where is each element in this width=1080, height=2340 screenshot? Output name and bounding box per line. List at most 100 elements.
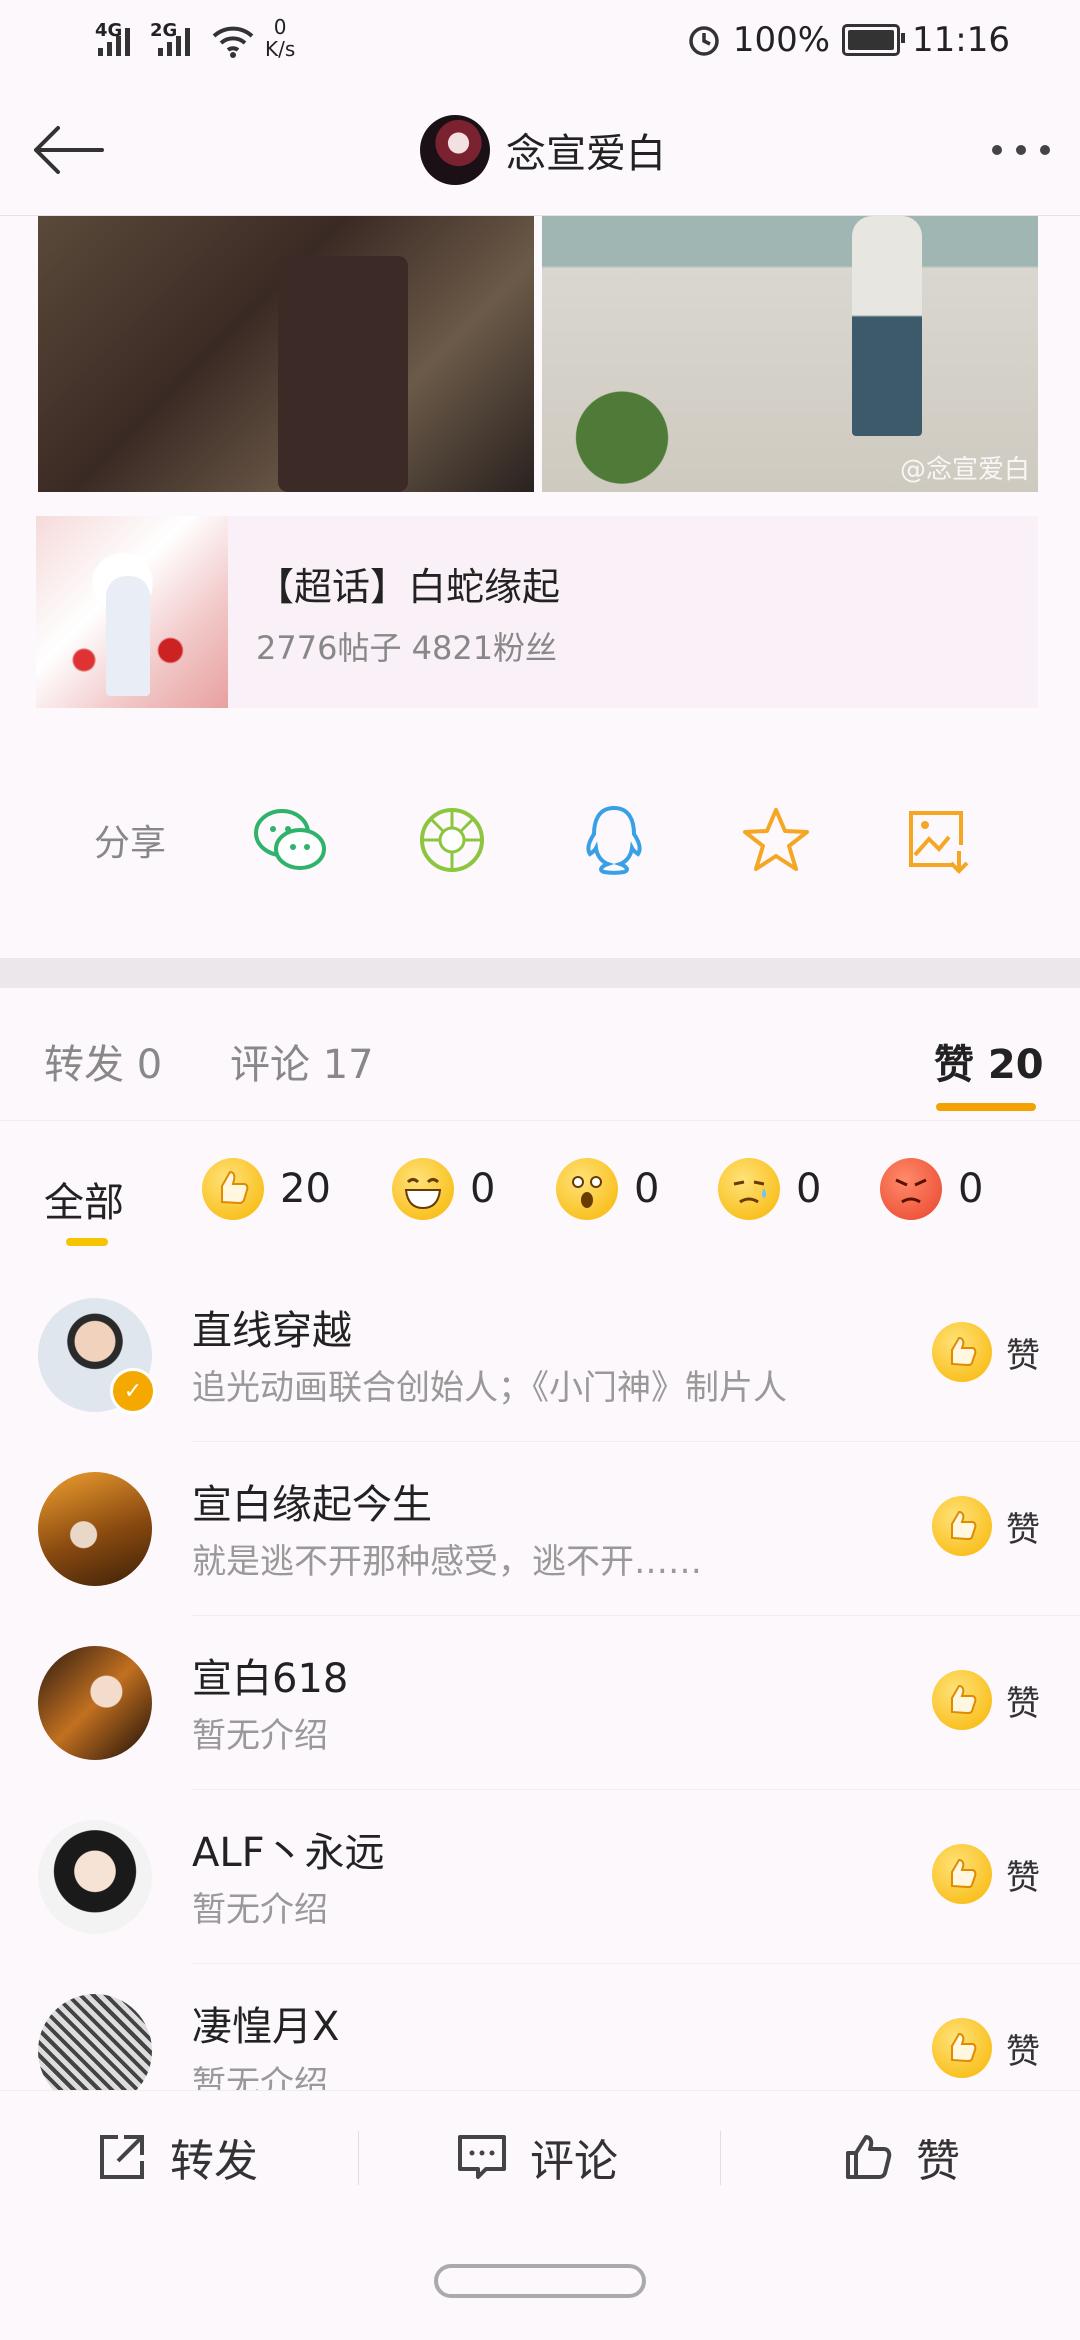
- repost-icon: [100, 2135, 144, 2179]
- like-label: 赞: [1006, 1857, 1040, 1898]
- angry-emoji-icon: [880, 1158, 942, 1220]
- alarm-icon: [689, 26, 719, 56]
- battery-icon: [842, 24, 906, 56]
- reaction-filter-bar: 全部 20 0 0 0 0: [0, 1122, 1080, 1262]
- status-bar: 4G 2G 0 K/s 100% 11:16: [0, 0, 1080, 90]
- profile-title[interactable]: 念宣爱白: [420, 115, 666, 185]
- person-image-detail: [852, 216, 922, 436]
- reaction-filter-sad[interactable]: 0: [718, 1158, 821, 1220]
- like-label: 赞: [1006, 1509, 1040, 1550]
- signal-icon: [98, 24, 130, 56]
- battery-percent: 100%: [732, 20, 831, 60]
- active-tab-indicator: [936, 1103, 1036, 1111]
- net-speed-unit: K/s: [265, 37, 296, 61]
- reaction-count: 0: [796, 1166, 822, 1212]
- reaction-count: 0: [470, 1166, 496, 1212]
- like-indicator: 赞: [932, 1844, 1040, 1904]
- button-separator: [720, 2131, 721, 2185]
- section-divider: [0, 958, 1080, 988]
- avatar[interactable]: [38, 1820, 152, 1934]
- user-name[interactable]: 直线穿越: [192, 1298, 352, 1356]
- user-description: 追光动画联合创始人；《小门神》制片人: [192, 1368, 787, 1408]
- tab-comments[interactable]: 评论 17: [230, 1032, 374, 1090]
- thumbs-up-emoji-icon: [202, 1158, 264, 1220]
- repost-button[interactable]: 转发: [96, 2125, 258, 2189]
- avatar[interactable]: [38, 1472, 152, 1586]
- button-separator: [358, 2131, 359, 2185]
- reaction-count: 0: [634, 1166, 660, 1212]
- topic-cover-image: [36, 516, 228, 708]
- thumbs-up-icon: [932, 1322, 992, 1382]
- home-indicator[interactable]: [434, 2264, 646, 2298]
- top-nav-bar: 念宣爱白: [0, 90, 1080, 216]
- post-image-1[interactable]: [38, 216, 534, 492]
- bottom-action-bar: 转发 评论 赞: [0, 2090, 1080, 2225]
- thumbs-up-icon: [932, 1670, 992, 1730]
- list-item[interactable]: 宣白618 暂无介绍 赞: [0, 1616, 1080, 1790]
- moments-icon[interactable]: [412, 800, 492, 880]
- surprised-emoji-icon: [556, 1158, 618, 1220]
- like-indicator: 赞: [932, 1496, 1040, 1556]
- clock: 11:16: [912, 20, 1010, 60]
- reaction-filter-laugh[interactable]: 0: [392, 1158, 495, 1220]
- like-indicator: 赞: [932, 1670, 1040, 1730]
- user-name[interactable]: ALF丶永远: [192, 1820, 385, 1878]
- likes-list: ✓ 直线穿越 追光动画联合创始人；《小门神》制片人 赞 宣白缘起今生 就是逃不开…: [0, 1268, 1080, 2138]
- reaction-filter-surprised[interactable]: 0: [556, 1158, 659, 1220]
- laughing-emoji-icon: [392, 1158, 454, 1220]
- share-label: 分享: [94, 823, 167, 864]
- reaction-filter-angry[interactable]: 0: [880, 1158, 983, 1220]
- like-label: 赞: [1006, 1335, 1040, 1376]
- share-row: 分享: [0, 790, 1080, 890]
- reaction-filter-all[interactable]: 全部: [44, 1170, 124, 1228]
- favorite-star-icon[interactable]: [736, 800, 816, 880]
- thumbs-up-outline-icon: [846, 2135, 892, 2179]
- author-avatar[interactable]: [420, 115, 490, 185]
- user-name[interactable]: 凄惶月X: [192, 1994, 339, 2052]
- wechat-icon[interactable]: [250, 800, 330, 880]
- post-images: @念宣爱白: [38, 216, 1038, 492]
- reaction-count: 20: [280, 1166, 331, 1212]
- comment-button[interactable]: 评论: [456, 2125, 618, 2189]
- repost-label: 转发: [170, 2136, 258, 2187]
- user-description: 暂无介绍: [192, 1890, 328, 1930]
- user-name[interactable]: 宣白618: [192, 1646, 348, 1704]
- back-arrow-icon[interactable]: [28, 120, 108, 180]
- list-item[interactable]: 宣白缘起今生 就是逃不开那种感受，逃不开…… 赞: [0, 1442, 1080, 1616]
- user-name[interactable]: 宣白缘起今生: [192, 1472, 432, 1530]
- reaction-filter-indicator: [66, 1238, 108, 1246]
- post-image-2[interactable]: @念宣爱白: [542, 216, 1038, 492]
- author-name[interactable]: 念宣爱白: [506, 121, 666, 179]
- weibo-watermark: @念宣爱白: [899, 455, 1030, 485]
- topic-title: 【超话】白蛇缘起: [256, 564, 561, 609]
- list-item[interactable]: ✓ 直线穿越 追光动画联合创始人；《小门神》制片人 赞: [0, 1268, 1080, 1442]
- tab-likes[interactable]: 赞 20: [934, 1032, 1044, 1090]
- super-topic-card[interactable]: 【超话】白蛇缘起 2776帖子 4821粉丝: [36, 516, 1038, 708]
- reaction-count: 0: [958, 1166, 984, 1212]
- interaction-tabs: 转发 0 评论 17 赞 20: [0, 990, 1080, 1121]
- more-menu-icon[interactable]: [992, 145, 1050, 155]
- verified-badge-icon: ✓: [110, 1368, 156, 1414]
- user-description: 暂无介绍: [192, 1716, 328, 1756]
- plant-image-detail: [562, 356, 682, 492]
- topic-stats: 2776帖子 4821粉丝: [256, 628, 558, 667]
- save-image-icon[interactable]: [898, 800, 978, 880]
- qq-icon[interactable]: [574, 800, 654, 880]
- wifi-icon: [212, 26, 254, 58]
- like-label: 赞: [1006, 1683, 1040, 1724]
- user-description: 就是逃不开那种感受，逃不开……: [192, 1542, 702, 1582]
- like-button[interactable]: 赞: [842, 2125, 960, 2189]
- net-speed-value: 0: [273, 15, 287, 39]
- comment-label: 评论: [530, 2136, 618, 2187]
- tab-repost[interactable]: 转发 0: [44, 1032, 162, 1090]
- thumbs-up-icon: [932, 2018, 992, 2078]
- thumbs-up-icon: [932, 1496, 992, 1556]
- like-indicator: 赞: [932, 2018, 1040, 2078]
- avatar[interactable]: [38, 1646, 152, 1760]
- reaction-filter-like[interactable]: 20: [202, 1158, 331, 1220]
- net-speed: 0 K/s: [265, 16, 295, 60]
- like-label: 赞: [1006, 2031, 1040, 2072]
- comment-icon: [458, 2135, 506, 2179]
- list-item[interactable]: ALF丶永远 暂无介绍 赞: [0, 1790, 1080, 1964]
- like-label: 赞: [916, 2136, 960, 2187]
